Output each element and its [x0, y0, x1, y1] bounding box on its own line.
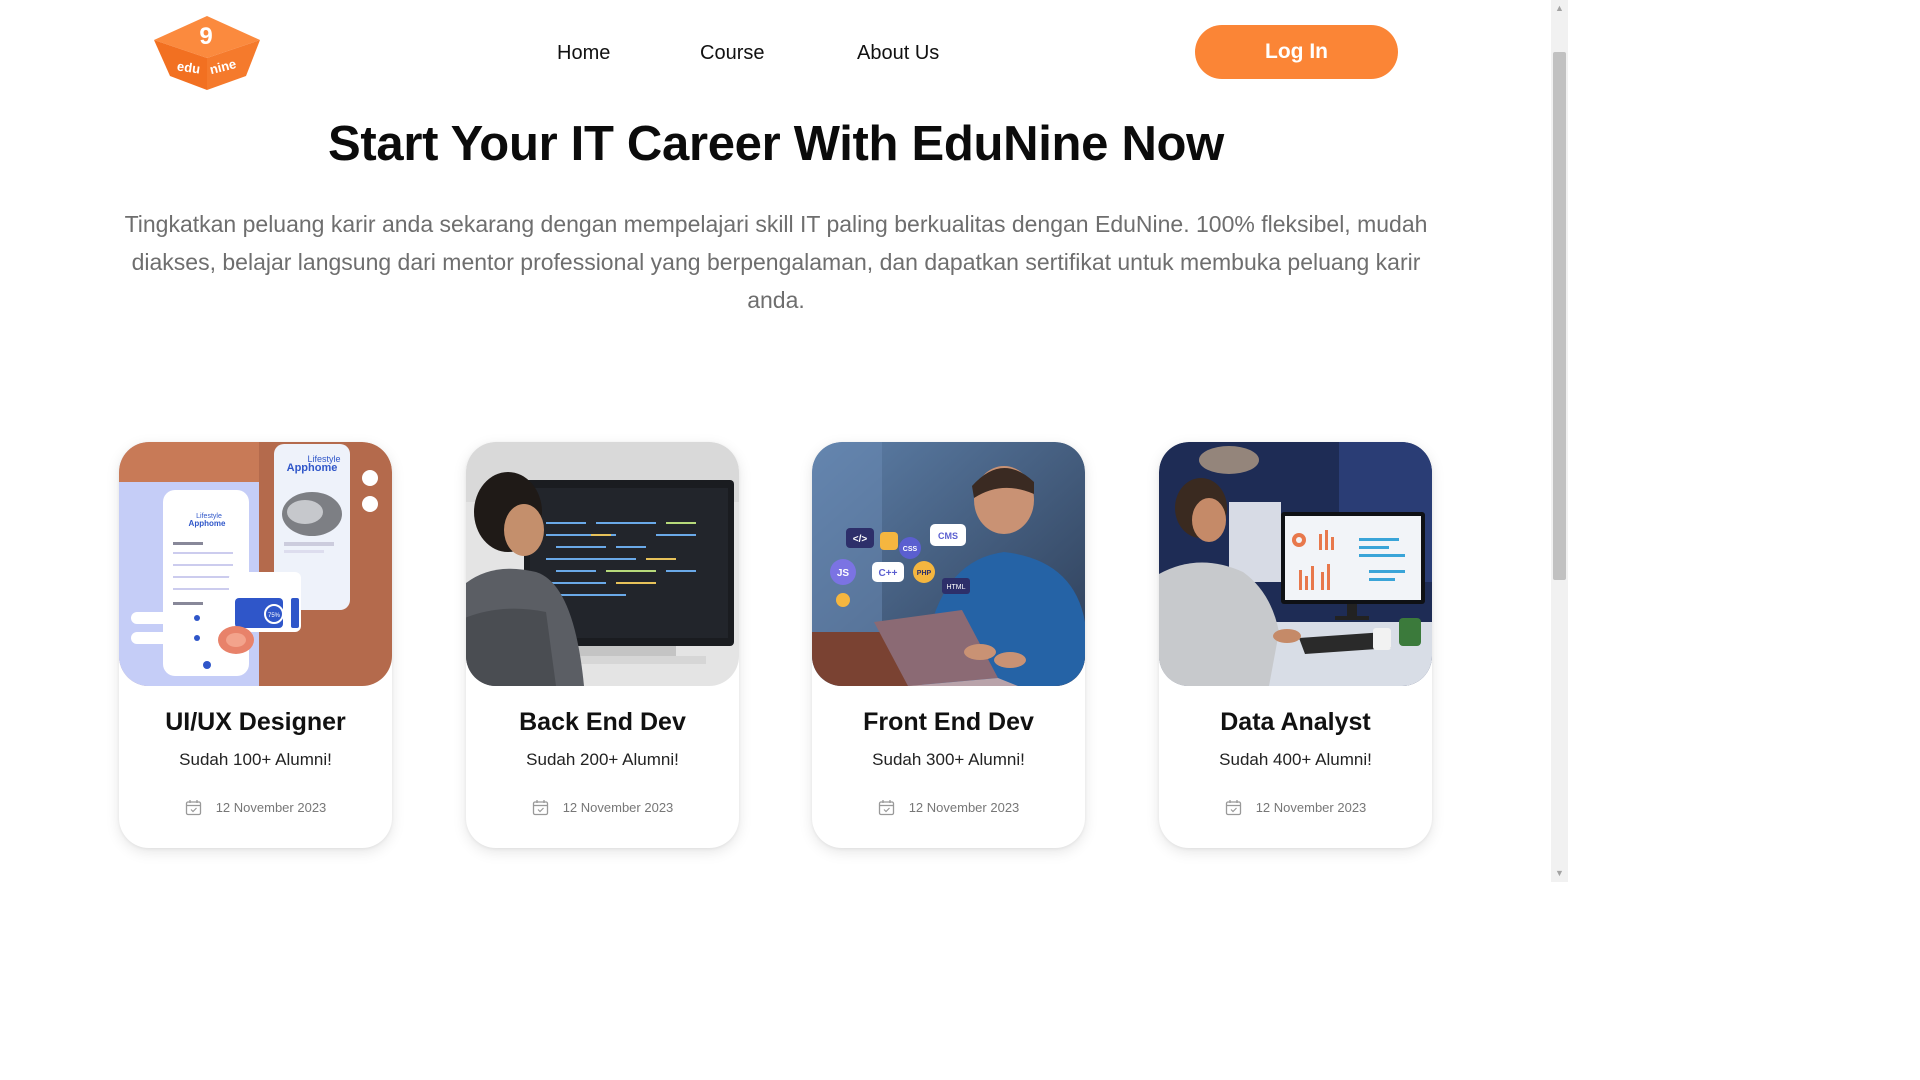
- card-title: UI/UX Designer: [165, 708, 346, 736]
- card-date-text: 12 November 2023: [908, 800, 1020, 815]
- scroll-up-arrow-icon[interactable]: ▲: [1551, 0, 1568, 17]
- hero-description: Tingkatkan peluang karir anda sekarang d…: [124, 211, 1428, 313]
- svg-text:JS: JS: [837, 568, 850, 579]
- calendar-icon: [1225, 800, 1241, 816]
- card-date-text: 12 November 2023: [562, 800, 674, 815]
- card-date-text: 12 November 2023: [1255, 800, 1367, 815]
- calendar-icon: [532, 800, 548, 816]
- hero-title: Start Your IT Career With EduNine Now: [328, 117, 1224, 171]
- card-alumni-count: Sudah 400+ Alumni!: [1219, 750, 1372, 769]
- course-card-backend[interactable]: Back End Dev Sudah 200+ Alumni! 12 Novem…: [466, 442, 739, 848]
- scroll-down-arrow-icon[interactable]: ▼: [1551, 865, 1568, 882]
- svg-text:PHP: PHP: [917, 570, 932, 577]
- svg-text:75%: 75%: [268, 613, 281, 619]
- svg-text:Apphome: Apphome: [189, 519, 226, 528]
- course-card-frontend[interactable]: </> CSS CMS JS C++ PHP HTML Front End De…: [812, 442, 1085, 848]
- developer-laptop-image: </> CSS CMS JS C++ PHP HTML: [812, 442, 1085, 686]
- svg-text:C++: C++: [879, 568, 898, 579]
- card-date-text: 12 November 2023: [215, 800, 327, 815]
- svg-text:Apphome: Apphome: [287, 462, 338, 474]
- nav-course-link[interactable]: Course: [700, 38, 764, 68]
- card-alumni-count: Sudah 200+ Alumni!: [526, 750, 679, 769]
- login-button[interactable]: Log In: [1195, 25, 1398, 79]
- course-card-uiux[interactable]: Lifestyle Apphome Lifestyle Apphome 75% …: [119, 442, 392, 848]
- card-date: 12 November 2023: [119, 800, 392, 817]
- card-alumni-count: Sudah 300+ Alumni!: [872, 750, 1025, 769]
- calendar-icon: [878, 800, 894, 816]
- app-mockup-image: Lifestyle Apphome Lifestyle Apphome 75%: [119, 442, 392, 686]
- page: 9 edu nine Home Course About Us Log In S…: [0, 0, 1568, 882]
- card-title: Back End Dev: [519, 708, 686, 736]
- vertical-scrollbar[interactable]: ▲ ▼: [1551, 0, 1568, 882]
- analyst-dashboard-image: [1159, 442, 1432, 686]
- card-date: 12 November 2023: [466, 800, 739, 817]
- developer-monitor-image: [466, 442, 739, 686]
- svg-text:</>: </>: [853, 534, 868, 545]
- card-title: Data Analyst: [1220, 708, 1371, 736]
- course-card-data-analyst[interactable]: Data Analyst Sudah 400+ Alumni! 12 Novem…: [1159, 442, 1432, 848]
- card-alumni-count: Sudah 100+ Alumni!: [179, 750, 332, 769]
- svg-text:CMS: CMS: [938, 531, 958, 541]
- card-title: Front End Dev: [863, 708, 1034, 736]
- card-date: 12 November 2023: [1159, 800, 1432, 817]
- nav-about-us-link[interactable]: About Us: [857, 38, 939, 68]
- nav-home-link[interactable]: Home: [557, 38, 610, 68]
- card-date: 12 November 2023: [812, 800, 1085, 817]
- svg-text:CSS: CSS: [903, 546, 918, 553]
- svg-text:HTML: HTML: [946, 584, 965, 591]
- scrollbar-thumb[interactable]: [1553, 52, 1566, 580]
- calendar-icon: [185, 800, 201, 816]
